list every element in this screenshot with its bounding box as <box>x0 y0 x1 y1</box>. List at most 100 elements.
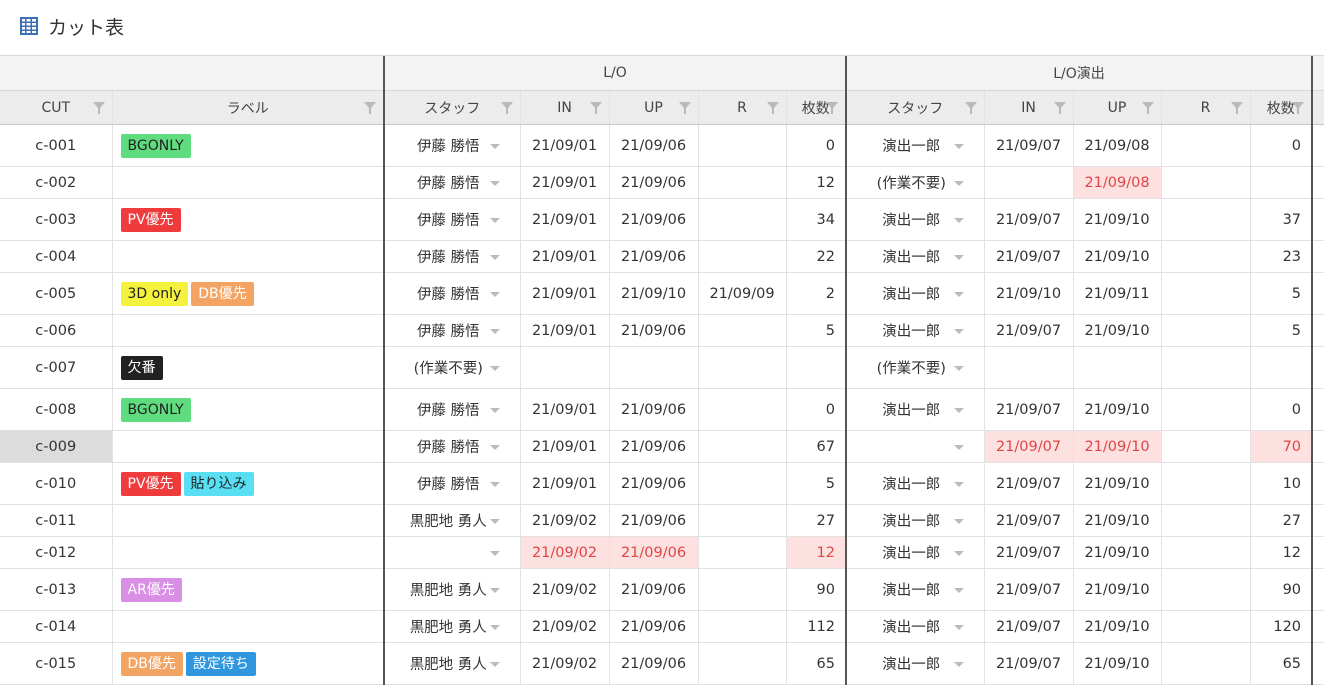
dir-r-cell[interactable] <box>1161 642 1251 685</box>
dropdown-arrow-icon[interactable] <box>489 587 500 593</box>
lo-up-cell[interactable]: 21/09/06 <box>609 430 699 463</box>
filter-icon[interactable] <box>964 101 977 114</box>
cut-cell[interactable]: c-011 <box>0 504 113 537</box>
dropdown-arrow-icon[interactable] <box>953 143 964 149</box>
dropdown-arrow-icon[interactable] <box>953 550 964 556</box>
dir-staff-cell[interactable]: 演出一郎 <box>846 462 985 505</box>
lo-count-cell[interactable]: 2 <box>786 272 847 315</box>
dir-staff-cell[interactable] <box>846 430 985 463</box>
lo-in-cell[interactable]: 21/09/01 <box>520 166 610 199</box>
table-row[interactable]: c-003 PV優先 伊藤 勝悟 21/09/01 21/09/06 34 演出一郎 21/0… <box>0 198 1324 241</box>
dropdown-arrow-icon[interactable] <box>489 550 500 556</box>
lo-staff-cell[interactable]: 伊藤 勝悟 <box>384 462 521 505</box>
dir-in-cell[interactable]: 21/09/10 <box>984 272 1074 315</box>
label-tag[interactable]: BGONLY <box>120 133 191 158</box>
lo-count-cell[interactable]: 12 <box>786 166 847 199</box>
dir-up-cell[interactable]: 21/09/10 <box>1073 504 1162 537</box>
dir-staff-cell[interactable]: 演出一郎 <box>846 124 985 167</box>
label-cell[interactable] <box>112 610 385 643</box>
lo-r-cell[interactable] <box>698 430 787 463</box>
lo-staff-cell[interactable]: 伊藤 勝悟 <box>384 430 521 463</box>
lo-r-cell[interactable] <box>698 536 787 569</box>
lo-in-cell[interactable]: 21/09/01 <box>520 430 610 463</box>
dropdown-arrow-icon[interactable] <box>953 624 964 630</box>
filter-icon[interactable] <box>500 101 513 114</box>
lo-staff-cell[interactable]: 伊藤 勝悟 <box>384 198 521 241</box>
dir-count-cell[interactable]: 10 <box>1250 462 1314 505</box>
col-header-lo-r[interactable]: R <box>698 90 787 125</box>
dir-staff-cell[interactable]: 演出一郎 <box>846 642 985 685</box>
cut-cell[interactable]: c-010 <box>0 462 113 505</box>
lo-staff-cell[interactable]: 黒肥地 勇人 <box>384 504 521 537</box>
lo-up-cell[interactable]: 21/09/06 <box>609 388 699 431</box>
dir-count-cell[interactable]: 27 <box>1250 504 1314 537</box>
table-row[interactable]: c-015 DB優先 設定待ち 黒肥地 勇人 21/09/02 21/09/06 65 演出一… <box>0 642 1324 685</box>
dir-up-cell[interactable]: 21/09/10 <box>1073 198 1162 241</box>
dir-up-cell[interactable]: 21/09/10 <box>1073 610 1162 643</box>
lo-up-cell[interactable]: 21/09/06 <box>609 314 699 347</box>
lo-count-cell[interactable]: 90 <box>786 568 847 611</box>
dir-up-cell[interactable]: 21/09/10 <box>1073 430 1162 463</box>
dropdown-arrow-icon[interactable] <box>489 365 500 371</box>
lo-up-cell[interactable]: 21/09/06 <box>609 568 699 611</box>
dropdown-arrow-icon[interactable] <box>489 254 500 260</box>
label-cell[interactable]: BGONLY <box>112 388 385 431</box>
dir-r-cell[interactable] <box>1161 504 1251 537</box>
dir-staff-cell[interactable]: 演出一郎 <box>846 240 985 273</box>
dir-r-cell[interactable] <box>1161 388 1251 431</box>
col-header-dir-up[interactable]: UP <box>1073 90 1162 125</box>
dropdown-arrow-icon[interactable] <box>953 365 964 371</box>
dropdown-arrow-icon[interactable] <box>489 407 500 413</box>
label-tag[interactable]: 欠番 <box>120 355 163 380</box>
lo-in-cell[interactable]: 21/09/02 <box>520 610 610 643</box>
dir-in-cell[interactable]: 21/09/07 <box>984 430 1074 463</box>
lo-in-cell[interactable]: 21/09/01 <box>520 124 610 167</box>
dir-in-cell[interactable]: 21/09/07 <box>984 610 1074 643</box>
dir-r-cell[interactable] <box>1161 124 1251 167</box>
lo-r-cell[interactable] <box>698 240 787 273</box>
dir-count-cell[interactable]: 23 <box>1250 240 1314 273</box>
cut-table[interactable]: L/O L/O演出 CUT ラベル スタッフ IN UP R 枚数 スタッフ I… <box>0 55 1324 689</box>
label-tag[interactable]: BGONLY <box>120 397 191 422</box>
lo-in-cell[interactable]: 21/09/01 <box>520 388 610 431</box>
dropdown-arrow-icon[interactable] <box>489 444 500 450</box>
dir-count-cell[interactable]: 0 <box>1250 388 1314 431</box>
dir-r-cell[interactable] <box>1161 568 1251 611</box>
lo-staff-cell[interactable]: 伊藤 勝悟 <box>384 124 521 167</box>
dropdown-arrow-icon[interactable] <box>953 518 964 524</box>
dir-staff-cell[interactable]: 演出一郎 <box>846 198 985 241</box>
label-cell[interactable]: PV優先 貼り込み <box>112 462 385 505</box>
col-header-dir-staff[interactable]: スタッフ <box>846 90 985 125</box>
dropdown-arrow-icon[interactable] <box>489 328 500 334</box>
dir-staff-cell[interactable]: 演出一郎 <box>846 610 985 643</box>
dir-r-cell[interactable] <box>1161 430 1251 463</box>
dropdown-arrow-icon[interactable] <box>489 180 500 186</box>
dir-r-cell[interactable] <box>1161 198 1251 241</box>
lo-count-cell[interactable]: 34 <box>786 198 847 241</box>
lo-r-cell[interactable] <box>698 198 787 241</box>
dropdown-arrow-icon[interactable] <box>953 481 964 487</box>
dropdown-arrow-icon[interactable] <box>953 328 964 334</box>
dir-in-cell[interactable]: 21/09/07 <box>984 198 1074 241</box>
label-cell[interactable] <box>112 240 385 273</box>
cut-cell[interactable]: c-015 <box>0 642 113 685</box>
dir-count-cell[interactable]: 120 <box>1250 610 1314 643</box>
lo-in-cell[interactable]: 21/09/02 <box>520 536 610 569</box>
filter-icon[interactable] <box>678 101 691 114</box>
lo-in-cell[interactable]: 21/09/01 <box>520 272 610 315</box>
dir-in-cell[interactable]: 21/09/07 <box>984 314 1074 347</box>
dir-up-cell[interactable]: 21/09/08 <box>1073 166 1162 199</box>
dir-up-cell[interactable]: 21/09/10 <box>1073 642 1162 685</box>
cut-cell[interactable]: c-008 <box>0 388 113 431</box>
filter-icon[interactable] <box>1141 101 1154 114</box>
lo-staff-cell[interactable]: 伊藤 勝悟 <box>384 314 521 347</box>
table-row[interactable]: c-006 伊藤 勝悟 21/09/01 21/09/06 5 演出一郎 21/09/07 2… <box>0 314 1324 347</box>
filter-icon[interactable] <box>1230 101 1243 114</box>
label-cell[interactable] <box>112 536 385 569</box>
dir-count-cell[interactable]: 70 <box>1250 430 1314 463</box>
filter-icon[interactable] <box>364 101 376 114</box>
lo-count-cell[interactable]: 12 <box>786 536 847 569</box>
lo-in-cell[interactable]: 21/09/01 <box>520 198 610 241</box>
label-tag[interactable]: 貼り込み <box>183 471 254 496</box>
lo-staff-cell[interactable]: 黒肥地 勇人 <box>384 610 521 643</box>
